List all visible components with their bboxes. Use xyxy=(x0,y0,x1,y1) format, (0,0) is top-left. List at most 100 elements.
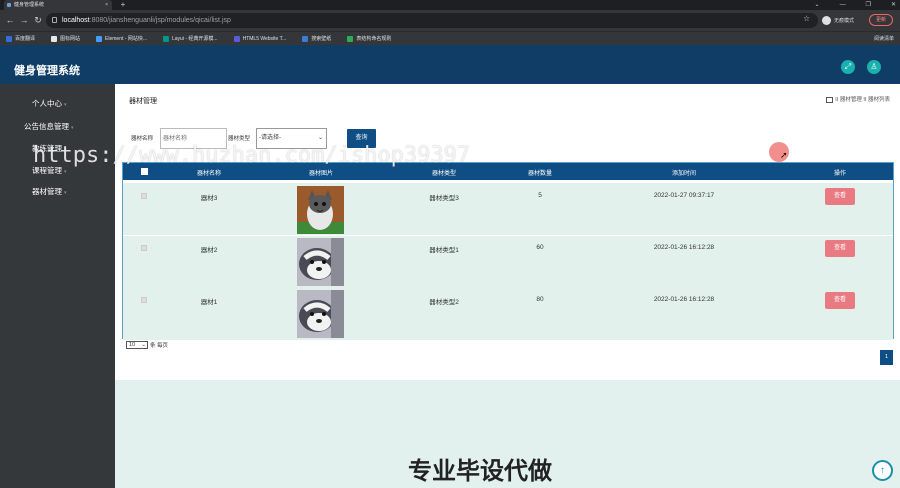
table-row xyxy=(123,236,893,288)
bookmarks-bar: 百度翻译 图标网站 Element - 网站快... Layui - 经典开源模… xyxy=(0,31,900,45)
bookmark-favicon-icon xyxy=(347,35,354,42)
bookmark-folder-icon xyxy=(51,35,58,42)
incognito-avatar-icon xyxy=(822,16,831,25)
bookmark-item[interactable]: Layui - 经典开源模... xyxy=(163,35,218,42)
view-button[interactable]: 查看 xyxy=(825,188,855,205)
url-path: :8080/jianshenguanli/jsp/modules/qicai/l… xyxy=(89,17,231,24)
back-icon[interactable]: ← xyxy=(4,14,16,26)
bookmark-item[interactable]: 图标网站 xyxy=(51,35,80,42)
back-to-top-icon[interactable]: ↑ xyxy=(872,460,893,481)
footer-banner: 专业毕设代做 xyxy=(408,457,552,485)
chevron-down-icon: ⌄ xyxy=(141,342,146,348)
equipment-type: 器材类型1 xyxy=(429,247,459,254)
equipment-type: 器材类型2 xyxy=(429,299,459,306)
chevron-down-icon: ▾ xyxy=(64,102,67,108)
sidebar-item-notice[interactable]: 公告信息管理 ▾ xyxy=(24,121,74,132)
equipment-name: 器材3 xyxy=(200,195,218,202)
mouse-cursor-icon: ➚ xyxy=(780,150,788,160)
sidebar-item-coach[interactable]: 教练管理 ▾ xyxy=(32,143,67,154)
equipment-type: 器材类型3 xyxy=(429,195,459,202)
sidebar-item-course[interactable]: 课程管理 ▾ xyxy=(32,165,67,176)
page-title: 器材管理 xyxy=(129,98,157,105)
profile-label: 无痕模式 xyxy=(834,18,855,24)
equipment-image-husky xyxy=(297,290,344,338)
browser-tab-bar xyxy=(0,0,900,10)
equipment-type-select[interactable]: -请选择- ⌄ xyxy=(256,128,327,149)
new-tab-icon[interactable]: + xyxy=(118,0,128,10)
equipment-count: 60 xyxy=(536,244,544,251)
search-button[interactable]: 查询 xyxy=(347,129,376,148)
view-button[interactable]: 查看 xyxy=(825,240,855,257)
page-size: 10 ⌄ 条 每页 xyxy=(126,341,168,349)
address-bar[interactable]: localhost:8080/jianshenguanli/jsp/module… xyxy=(46,13,818,28)
equipment-name: 器材1 xyxy=(200,299,218,306)
bookmark-item[interactable]: 搜索壁纸 xyxy=(302,35,331,42)
breadcrumb: II 器材管理 II 器材列表 xyxy=(826,95,890,103)
app-header xyxy=(0,45,900,84)
table-row xyxy=(123,183,893,235)
tab-close-icon[interactable]: × xyxy=(105,0,108,10)
reload-icon[interactable]: ↻ xyxy=(32,14,44,26)
info-icon[interactable] xyxy=(52,17,57,23)
chevron-down-icon: ▾ xyxy=(64,190,67,196)
chevron-down-icon[interactable]: ⌄ xyxy=(815,0,820,10)
bookmark-star-icon[interactable]: ☆ xyxy=(803,14,810,23)
bookmark-favicon-icon xyxy=(96,35,103,42)
tab-title: 健身管理系统 xyxy=(14,2,45,8)
chevron-down-icon: ⌄ xyxy=(317,135,323,141)
window-controls: ⌄ — ❐ ✕ xyxy=(815,0,896,10)
column-header: 器材图片 xyxy=(308,171,334,177)
restore-icon[interactable]: ❐ xyxy=(866,0,871,10)
update-button[interactable]: 更新 xyxy=(869,14,893,26)
sidebar-item-personal-center[interactable]: 个人中心 ▾ xyxy=(32,98,67,109)
minimize-icon[interactable]: — xyxy=(840,0,846,10)
column-header[interactable]: 添加时间 xyxy=(672,168,696,177)
row-checkbox[interactable] xyxy=(141,193,147,199)
column-header[interactable]: 器材数量 xyxy=(528,168,552,177)
bookmark-item[interactable]: Element - 网站快... xyxy=(96,35,147,42)
page-size-select[interactable]: 10 ⌄ xyxy=(126,341,148,349)
browser-tab[interactable]: 健身管理系统 × xyxy=(4,0,112,10)
page-size-label: 条 每页 xyxy=(150,343,169,349)
select-all-checkbox[interactable] xyxy=(141,168,148,175)
table-row xyxy=(123,288,893,340)
app-title: 健身管理系统 xyxy=(14,65,80,77)
user-icon[interactable]: ♙ xyxy=(867,60,881,74)
reading-list[interactable]: 阅读清单 xyxy=(874,35,894,42)
added-time: 2022-01-26 16:12:28 xyxy=(653,244,715,251)
equipment-count: 80 xyxy=(536,296,544,303)
url-host: localhost xyxy=(62,17,90,24)
chevron-down-icon: ▾ xyxy=(64,169,67,175)
table-header xyxy=(123,163,893,180)
view-button[interactable]: 查看 xyxy=(825,292,855,309)
bookmark-favicon-icon xyxy=(6,35,12,42)
bookmark-item[interactable]: HTML5 Website T... xyxy=(233,35,286,42)
close-window-icon[interactable]: ✕ xyxy=(891,0,896,10)
added-time: 2022-01-27 09:37:17 xyxy=(653,192,715,199)
page-button[interactable]: 1 xyxy=(880,350,893,365)
chevron-down-icon: ▾ xyxy=(71,125,74,131)
type-label: 器材类型 xyxy=(228,136,251,142)
added-time: 2022-01-26 16:12:28 xyxy=(653,296,715,303)
row-checkbox[interactable] xyxy=(141,297,147,303)
row-checkbox[interactable] xyxy=(141,245,147,251)
bookmark-item[interactable]: 百度翻译 xyxy=(6,35,35,42)
bookmark-favicon-icon xyxy=(233,35,240,42)
forward-icon[interactable]: → xyxy=(18,14,30,26)
chevron-down-icon: ▾ xyxy=(64,147,67,153)
bookmark-item[interactable]: 表结构命名规则 xyxy=(347,35,391,42)
fullscreen-icon[interactable]: ⤢ xyxy=(841,60,855,74)
sidebar-item-equipment[interactable]: 器材管理 ▾ xyxy=(32,186,67,197)
equipment-name: 器材2 xyxy=(200,247,218,254)
equipment-image-husky xyxy=(297,238,344,286)
equipment-count: 5 xyxy=(538,192,542,199)
home-icon[interactable] xyxy=(826,96,834,103)
column-header[interactable]: 器材名称 xyxy=(197,168,221,177)
equipment-name-input[interactable] xyxy=(160,128,227,149)
name-label: 器材名称 xyxy=(131,136,154,142)
incognito-profile[interactable]: 无痕模式 xyxy=(822,13,854,28)
bookmark-favicon-icon xyxy=(302,35,309,42)
column-header[interactable]: 器材类型 xyxy=(432,168,456,177)
equipment-image-cat xyxy=(297,186,344,234)
tab-favicon-icon xyxy=(7,3,11,7)
